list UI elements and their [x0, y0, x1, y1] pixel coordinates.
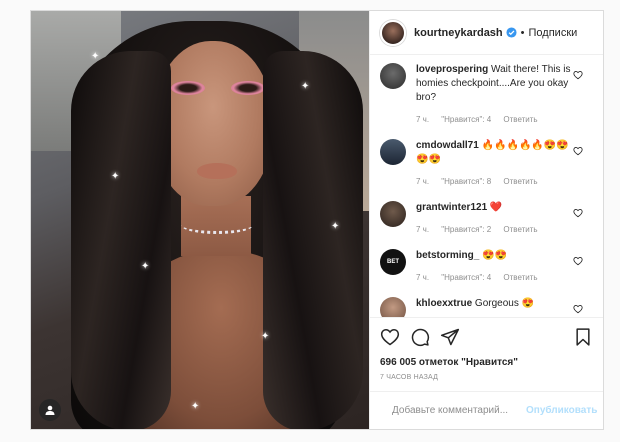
comment-avatar[interactable]: [380, 63, 406, 89]
comment-username[interactable]: cmdowdall71: [416, 140, 479, 151]
comment-text: Gorgeous 😍: [474, 298, 535, 309]
comment-item: loveprospering Wait there! This is homie…: [380, 63, 593, 127]
page: ✦ ✦ ✦ ✦ ✦ ✦ ✦ kourtneykardash • Подписки…: [0, 0, 620, 442]
comment-text: ❤️: [489, 202, 503, 213]
comment-like-icon[interactable]: [573, 146, 583, 156]
comments-list[interactable]: loveprospering Wait there! This is homie…: [370, 55, 603, 317]
comment-reply-button[interactable]: Ответить: [503, 273, 537, 282]
photo-eye-right: [231, 81, 265, 95]
sparkle-icon: ✦: [141, 261, 150, 272]
sparkle-icon: ✦: [301, 81, 310, 92]
comment-time: 7 ч.: [416, 273, 430, 282]
publish-button[interactable]: Опубликовать: [526, 405, 597, 416]
comment-reply-button[interactable]: Ответить: [503, 115, 537, 124]
comment-username[interactable]: khloexxtrue: [416, 298, 472, 309]
comment-time: 7 ч.: [416, 225, 430, 234]
post-header: kourtneykardash • Подписки: [370, 11, 603, 55]
photo-face: [153, 41, 273, 206]
add-comment-bar: Опубликовать: [370, 391, 603, 429]
comment-meta: 7 ч. "Нравится": 8 Ответить: [416, 175, 573, 189]
comment-username[interactable]: grantwinter121: [416, 202, 487, 213]
comment-avatar[interactable]: [380, 139, 406, 165]
comment-likes[interactable]: "Нравится": 4: [441, 115, 491, 124]
comment-reply-button[interactable]: Ответить: [503, 177, 537, 186]
comment-avatar[interactable]: [380, 297, 406, 317]
comment-avatar[interactable]: [380, 201, 406, 227]
sparkle-icon: ✦: [331, 221, 340, 232]
comment-time: 7 ч.: [416, 177, 430, 186]
photo-hair-right: [263, 51, 363, 429]
comment-like-icon[interactable]: [573, 256, 583, 266]
author-username[interactable]: kourtneykardash: [414, 27, 503, 39]
comment-reply-button[interactable]: Ответить: [503, 225, 537, 234]
comment-like-icon[interactable]: [573, 70, 583, 80]
heart-icon[interactable]: [380, 327, 400, 347]
bookmark-icon[interactable]: [573, 327, 593, 347]
comment-icon[interactable]: [410, 327, 430, 347]
comment-item: khloexxtrue Gorgeous 😍: [380, 297, 593, 317]
post-side-panel: kourtneykardash • Подписки loveprosperin…: [369, 11, 603, 429]
comment-username[interactable]: loveprospering: [416, 64, 488, 75]
photo-hair-left: [71, 51, 171, 429]
tagged-users-icon[interactable]: [39, 399, 61, 421]
sparkle-icon: ✦: [191, 401, 200, 412]
comment-likes[interactable]: "Нравится": 4: [441, 273, 491, 282]
photo-lips: [197, 163, 237, 179]
post-time: 7 часов назад: [380, 374, 439, 381]
add-comment-input[interactable]: [390, 404, 526, 417]
share-icon[interactable]: [440, 327, 460, 347]
comment-body: grantwinter121 ❤️ 7 ч. "Нравится": 2 Отв…: [416, 201, 593, 237]
comment-avatar[interactable]: BET: [380, 249, 406, 275]
comment-username[interactable]: betstorming_: [416, 250, 479, 261]
comment-time: 7 ч.: [416, 115, 430, 124]
comment-meta: 7 ч. "Нравится": 4 Ответить: [416, 113, 573, 127]
comment-item: grantwinter121 ❤️ 7 ч. "Нравится": 2 Отв…: [380, 201, 593, 237]
verified-badge-icon: [506, 27, 517, 38]
following-button[interactable]: Подписки: [529, 27, 578, 39]
instagram-post: ✦ ✦ ✦ ✦ ✦ ✦ ✦ kourtneykardash • Подписки…: [30, 10, 604, 430]
header-separator: •: [520, 26, 525, 39]
sparkle-icon: ✦: [111, 171, 120, 182]
comment-like-icon[interactable]: [573, 208, 583, 218]
comment-meta: 7 ч. "Нравится": 2 Ответить: [416, 223, 573, 237]
comment-item: BET betstorming_ 😍😍 7 ч. "Нравится": 4 О…: [380, 249, 593, 285]
comment-like-icon[interactable]: [573, 304, 583, 314]
comment-body: betstorming_ 😍😍 7 ч. "Нравится": 4 Ответ…: [416, 249, 593, 285]
likes-count[interactable]: 696 005 отметок "Нравится": [370, 355, 603, 371]
comment-meta: 7 ч. "Нравится": 4 Ответить: [416, 271, 573, 285]
avatar-logo-text: BET: [387, 259, 399, 265]
post-actions: [370, 317, 603, 355]
photo-necklace: [181, 216, 253, 234]
comment-body: cmdowdall71 🔥🔥🔥🔥🔥😍😍😍😍 7 ч. "Нравится": 8…: [416, 139, 593, 189]
comment-body: khloexxtrue Gorgeous 😍: [416, 297, 593, 317]
comment-text: 😍😍: [482, 250, 508, 261]
comment-item: cmdowdall71 🔥🔥🔥🔥🔥😍😍😍😍 7 ч. "Нравится": 8…: [380, 139, 593, 189]
comment-likes[interactable]: "Нравится": 8: [441, 177, 491, 186]
sparkle-icon: ✦: [91, 51, 100, 62]
photo-eye-left: [171, 81, 205, 95]
comment-likes[interactable]: "Нравится": 2: [441, 225, 491, 234]
post-photo[interactable]: ✦ ✦ ✦ ✦ ✦ ✦ ✦: [31, 11, 369, 429]
sparkle-icon: ✦: [261, 331, 270, 342]
comment-body: loveprospering Wait there! This is homie…: [416, 63, 593, 127]
author-avatar[interactable]: [380, 19, 406, 46]
